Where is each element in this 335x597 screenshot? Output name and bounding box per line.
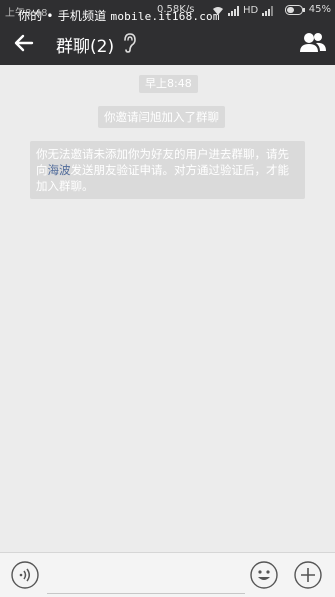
contact-link[interactable]: 海波 <box>48 163 71 177</box>
battery-icon <box>284 4 305 15</box>
battery-indicator: 45% <box>284 4 331 15</box>
notice-text-part2: 发送朋友验证申请。对方通过验证后，才能加入群聊。 <box>36 163 289 193</box>
signal-icon-2 <box>262 5 274 16</box>
more-options-button[interactable] <box>294 561 322 589</box>
battery-percent: 45% <box>308 4 331 15</box>
group-members-icon <box>300 33 326 52</box>
system-notice-blocked: 你无法邀请未添加你为好友的用户进去群聊，请先向海波发送朋友验证申请。对方通过验证… <box>30 141 305 199</box>
status-icons: HD <box>212 2 274 19</box>
chat-title: 群聊(2) <box>56 37 115 57</box>
message-input[interactable] <box>47 561 245 594</box>
ear-icon <box>124 33 136 53</box>
voice-button[interactable] <box>11 561 39 589</box>
message-timestamp: 早上8:48 <box>139 75 198 93</box>
emoji-icon <box>250 561 278 589</box>
status-bar: 上午8:48 0.58K/s HD 45% 你的 • 手机频道 mobile.i… <box>0 0 335 23</box>
chat-header: 群聊(2) <box>0 21 335 65</box>
back-arrow-icon <box>14 34 34 52</box>
voice-icon <box>11 561 39 589</box>
system-notice-invite: 你邀请闫旭加入了群聊 <box>98 106 225 128</box>
signal-icon <box>228 5 239 16</box>
emoji-button[interactable] <box>250 561 278 589</box>
back-button[interactable] <box>10 29 38 57</box>
network-type-label: HD <box>243 5 259 16</box>
group-members-button[interactable] <box>299 30 327 56</box>
plus-icon <box>294 561 322 589</box>
input-bar <box>0 552 335 597</box>
